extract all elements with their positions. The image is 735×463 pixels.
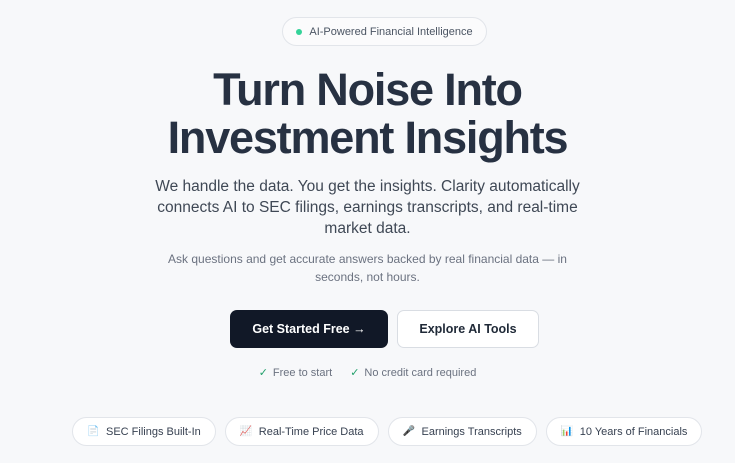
assurance-no-card: ✓ No credit card required bbox=[350, 366, 477, 380]
feature-chip-transcripts: 🎤 Earnings Transcripts bbox=[387, 417, 537, 446]
feature-chip-label: SEC Filings Built-In bbox=[106, 425, 201, 438]
status-dot-icon bbox=[296, 28, 303, 35]
feature-chip-price-data: 📈 Real-Time Price Data bbox=[224, 417, 379, 446]
explore-ai-tools-button[interactable]: Explore AI Tools bbox=[397, 310, 539, 348]
hero-description: Ask questions and get accurate answers b… bbox=[168, 252, 567, 284]
feature-chips: 📄 SEC Filings Built-In 📈 Real-Time Price… bbox=[72, 417, 703, 446]
feature-chip-label: 10 Years of Financials bbox=[579, 425, 688, 438]
landing-hero: AI-Powered Financial Intelligence Turn N… bbox=[0, 0, 735, 463]
headline-line-1: Turn Noise Into bbox=[213, 64, 523, 115]
checkmark-icon: ✓ bbox=[258, 367, 268, 379]
trend-chart-icon: 📈 bbox=[239, 426, 253, 437]
assurance-free: ✓ Free to start bbox=[258, 366, 333, 380]
headline-line-2: Investment Insights bbox=[167, 112, 569, 163]
assurance-label: No credit card required bbox=[364, 366, 477, 379]
page-title: Turn Noise Into Investment Insights bbox=[0, 66, 735, 162]
ai-badge: AI-Powered Financial Intelligence bbox=[282, 17, 487, 46]
feature-chip-label: Real-Time Price Data bbox=[258, 425, 364, 438]
feature-chip-financials: 📊 10 Years of Financials bbox=[545, 417, 703, 446]
assurance-list: ✓ Free to start ✓ No credit card require… bbox=[0, 366, 735, 380]
get-started-button[interactable]: Get Started Free → bbox=[230, 310, 388, 348]
feature-chip-label: Earnings Transcripts bbox=[421, 425, 522, 438]
hero-subtitle: We handle the data. You get the insights… bbox=[155, 178, 580, 237]
microphone-icon: 🎤 bbox=[402, 426, 415, 437]
badge-label: AI-Powered Financial Intelligence bbox=[309, 25, 473, 38]
checkmark-icon: ✓ bbox=[350, 367, 360, 379]
assurance-label: Free to start bbox=[272, 366, 333, 379]
feature-chip-sec-filings: 📄 SEC Filings Built-In bbox=[72, 417, 216, 446]
bar-chart-icon: 📊 bbox=[560, 426, 574, 437]
document-icon: 📄 bbox=[87, 426, 100, 437]
